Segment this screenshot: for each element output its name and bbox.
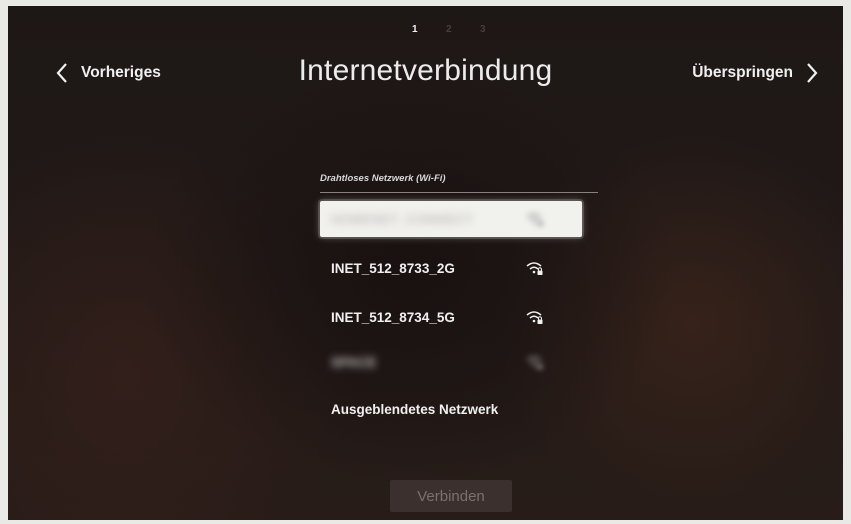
section-divider — [320, 192, 598, 193]
wifi-lock-icon — [526, 356, 543, 369]
chevron-right-icon — [807, 63, 818, 83]
network-name: INET_512_8734_5G — [331, 310, 455, 325]
step-indicator: 1 2 3 — [406, 24, 506, 38]
network-item[interactable]: INET_512_8733_2G — [320, 250, 582, 286]
wifi-section-label: Drahtloses Netzwerk (Wi-Fi) — [320, 173, 446, 184]
network-item-selected[interactable]: HOMENET_CONNECT — [320, 201, 582, 237]
wifi-lock-icon — [526, 262, 543, 275]
connect-button[interactable]: Verbinden — [390, 480, 512, 512]
network-name: HOMENET_CONNECT — [331, 212, 473, 227]
step-2: 2 — [446, 24, 452, 35]
wifi-lock-icon — [526, 213, 543, 226]
step-3: 3 — [480, 24, 486, 35]
skip-label: Überspringen — [692, 64, 793, 81]
skip-button[interactable]: Überspringen — [692, 62, 819, 84]
wifi-lock-icon — [526, 311, 543, 324]
hidden-network-option[interactable]: Ausgeblendetes Netzwerk — [331, 402, 498, 417]
network-name: SPACE — [331, 355, 377, 370]
network-item[interactable]: INET_512_8734_5G — [320, 299, 582, 335]
network-name: INET_512_8733_2G — [331, 261, 455, 276]
step-1: 1 — [412, 24, 418, 35]
tv-screen: 1 2 3 Vorheriges Internetverbindung Über… — [8, 6, 843, 520]
network-item[interactable]: SPACE — [320, 344, 582, 380]
